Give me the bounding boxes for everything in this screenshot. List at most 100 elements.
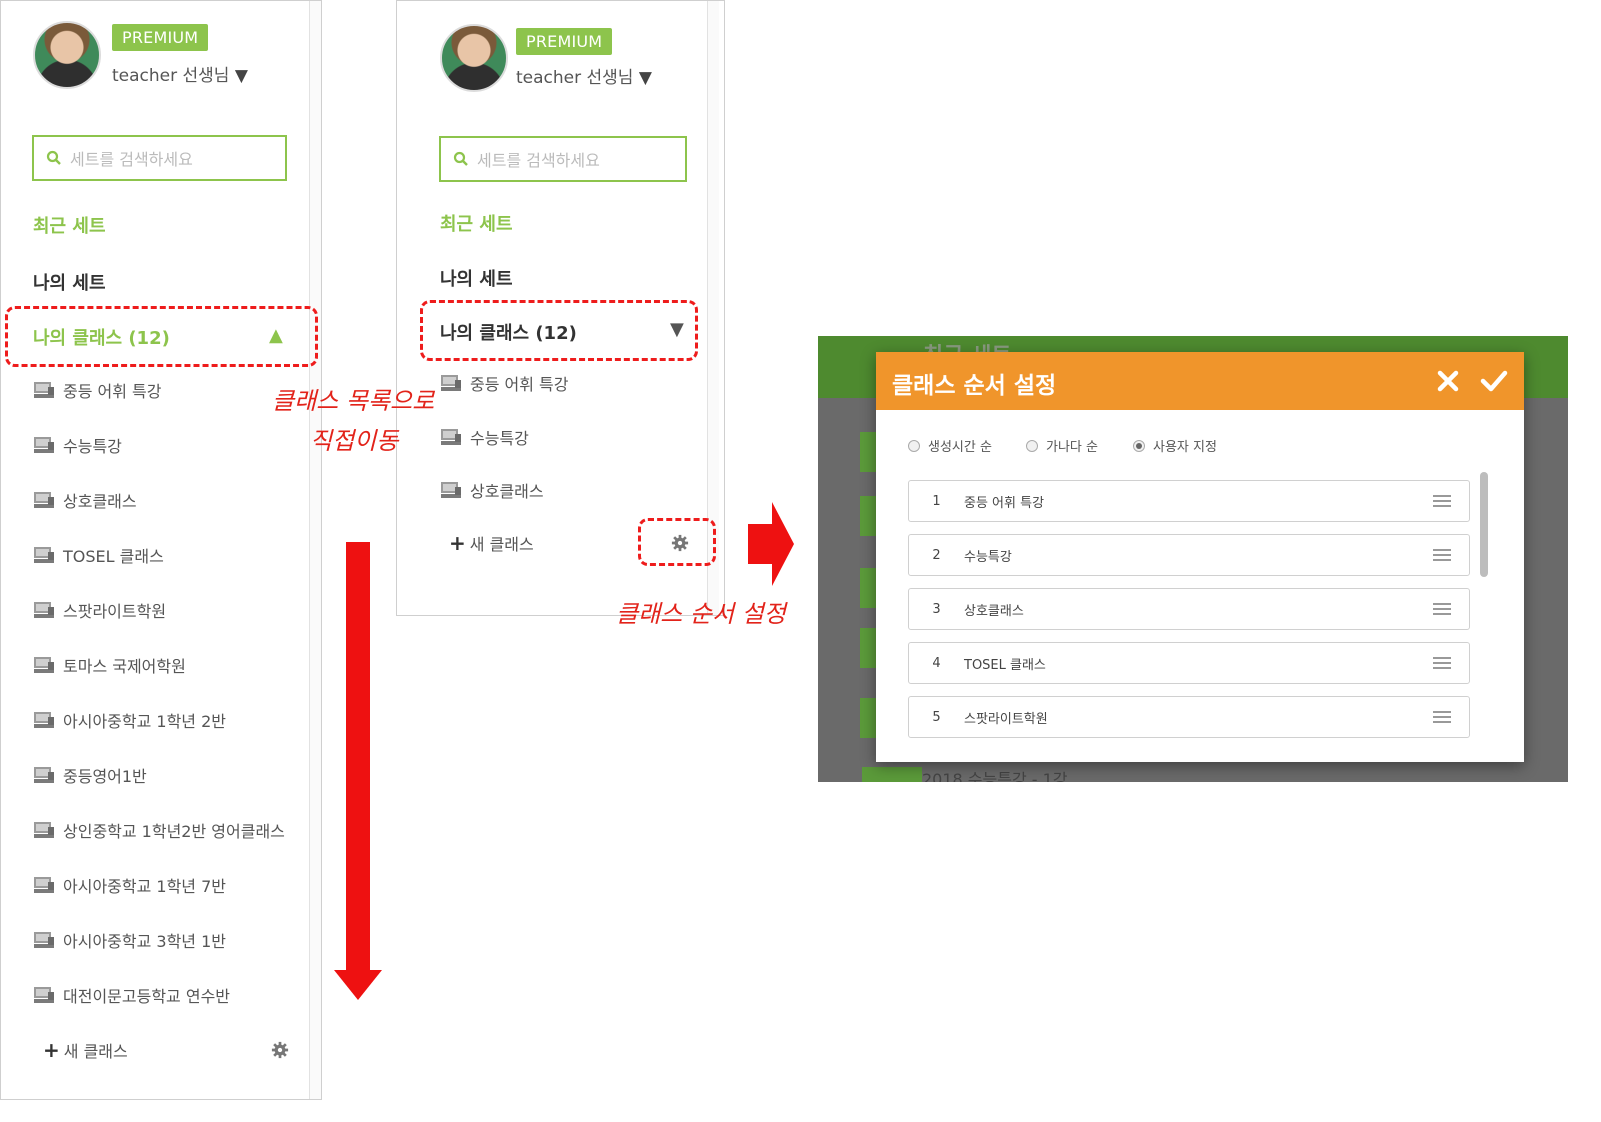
class-list-item[interactable]: 중등 어휘 특강 bbox=[440, 371, 569, 395]
modal-scrollbar[interactable] bbox=[1480, 472, 1488, 577]
plus-icon: + bbox=[43, 1038, 60, 1062]
class-list-item[interactable]: 중등 어휘 특강 bbox=[33, 378, 162, 402]
avatar[interactable] bbox=[33, 21, 101, 89]
modal-title: 클래스 순서 설정 bbox=[892, 373, 1057, 399]
search-placeholder: 세트를 검색하세요 bbox=[477, 151, 600, 170]
class-list-item-label: 중등 어휘 특강 bbox=[63, 382, 162, 401]
order-class-label: 중등 어휘 특강 bbox=[964, 495, 1045, 511]
premium-badge: PREMIUM bbox=[516, 28, 613, 55]
right-arrow bbox=[748, 502, 794, 586]
class-list-item-label: 아시아중학교 1학년 2반 bbox=[63, 712, 227, 731]
class-list-item[interactable]: 대전이문고등학교 연수반 bbox=[33, 983, 230, 1007]
chevron-down-icon: ▼ bbox=[638, 68, 652, 88]
menu-recent-sets[interactable]: 최근 세트 bbox=[33, 212, 106, 238]
classroom-icon bbox=[34, 602, 54, 618]
sidebar-scrollbar[interactable] bbox=[309, 1, 321, 1099]
order-class-label: 상호클래스 bbox=[964, 603, 1024, 619]
class-list-item-label: 중등 어휘 특강 bbox=[470, 375, 569, 394]
drag-note-line2: 직접이동 bbox=[310, 427, 399, 455]
search-input[interactable]: 세트를 검색하세요 bbox=[439, 136, 687, 182]
order-number: 2 bbox=[932, 547, 941, 563]
class-list-item[interactable]: 아시아중학교 1학년 2반 bbox=[33, 708, 226, 732]
classroom-icon bbox=[441, 482, 461, 498]
highlight-my-classes-collapsed bbox=[420, 300, 698, 361]
drag-handle-icon[interactable] bbox=[1433, 495, 1451, 507]
search-placeholder: 세트를 검색하세요 bbox=[70, 150, 193, 169]
class-list-item[interactable]: 수능특강 bbox=[440, 425, 529, 449]
class-list-item-label: 상인중학교 1학년2반 영어클래스 bbox=[63, 822, 285, 841]
check-icon[interactable] bbox=[1480, 368, 1508, 394]
highlight-my-classes bbox=[5, 306, 318, 367]
search-icon bbox=[453, 151, 468, 166]
premium-badge: PREMIUM bbox=[112, 24, 209, 51]
order-number: 1 bbox=[932, 493, 941, 509]
drag-handle-icon[interactable] bbox=[1433, 603, 1451, 615]
class-list-item[interactable]: 상호클래스 bbox=[440, 478, 544, 502]
radio-button[interactable] bbox=[1133, 439, 1145, 452]
drag-handle-icon[interactable] bbox=[1433, 711, 1451, 723]
backdrop-item-label: 2018 수능특강 - 1강 bbox=[922, 770, 1068, 782]
menu-my-sets[interactable]: 나의 세트 bbox=[440, 265, 513, 291]
order-note: 클래스 순서 설정 bbox=[616, 600, 786, 628]
drag-handle-icon[interactable] bbox=[1433, 549, 1451, 561]
class-list-item[interactable]: 수능특강 bbox=[33, 433, 122, 457]
order-class-label: TOSEL 클래스 bbox=[964, 657, 1046, 673]
order-class-label: 스팟라이트학원 bbox=[964, 711, 1048, 727]
order-list-row[interactable]: 2 수능특강 bbox=[908, 534, 1470, 576]
gear-icon[interactable] bbox=[271, 1041, 289, 1059]
classroom-icon bbox=[34, 712, 54, 728]
order-list-row[interactable]: 3 상호클래스 bbox=[908, 588, 1470, 630]
highlight-gear bbox=[638, 518, 716, 566]
classroom-icon bbox=[34, 932, 54, 948]
classroom-icon bbox=[441, 428, 461, 445]
class-list-item[interactable]: 토마스 국제어학원 bbox=[33, 653, 186, 677]
class-list-item[interactable]: 중등영어1반 bbox=[33, 763, 147, 787]
class-list-item-label: 수능특강 bbox=[63, 437, 122, 456]
class-list-item-label: 대전이문고등학교 연수반 bbox=[63, 987, 231, 1006]
menu-my-sets[interactable]: 나의 세트 bbox=[33, 269, 106, 295]
new-class-label: 새 클래스 bbox=[469, 535, 534, 554]
user-menu[interactable]: teacher 선생님 ▼ bbox=[112, 61, 248, 86]
radio-button[interactable] bbox=[908, 439, 920, 452]
class-list-item-label: 토마스 국제어학원 bbox=[63, 657, 186, 676]
class-list-item[interactable]: 아시아중학교 3학년 1반 bbox=[33, 928, 226, 952]
user-name: teacher 선생님 bbox=[516, 68, 634, 88]
classroom-icon bbox=[34, 492, 54, 508]
class-list-item[interactable]: 상호클래스 bbox=[33, 488, 137, 512]
search-input[interactable]: 세트를 검색하세요 bbox=[32, 135, 287, 181]
down-arrow bbox=[334, 542, 382, 1000]
class-order-modal: 클래스 순서 설정 생성시간 순 가나다 순 사용자 지정 1 중등 어휘 특강 2 수능… bbox=[876, 352, 1524, 762]
sort-option[interactable]: 사용자 지정 bbox=[1133, 436, 1217, 455]
sort-option[interactable]: 생성시간 순 bbox=[908, 436, 992, 455]
close-icon[interactable] bbox=[1436, 369, 1460, 393]
sort-option[interactable]: 가나다 순 bbox=[1026, 436, 1098, 455]
class-list-item-label: 수능특강 bbox=[470, 428, 529, 448]
class-list-item-label: 아시아중학교 3학년 1반 bbox=[63, 932, 227, 951]
classroom-icon bbox=[34, 382, 54, 398]
user-menu[interactable]: teacher 선생님 ▼ bbox=[516, 63, 652, 88]
class-list-item[interactable]: 스팟라이트학원 bbox=[33, 598, 166, 622]
classroom-icon bbox=[34, 877, 54, 893]
order-list-row[interactable]: 5 스팟라이트학원 bbox=[908, 696, 1470, 738]
order-list-row[interactable]: 4 TOSEL 클래스 bbox=[908, 642, 1470, 684]
order-number: 5 bbox=[932, 709, 941, 725]
classroom-icon bbox=[34, 657, 54, 673]
avatar[interactable] bbox=[440, 24, 508, 92]
class-list-item-label: 스팟라이트학원 bbox=[63, 602, 167, 621]
class-list-item-label: TOSEL 클래스 bbox=[63, 547, 164, 566]
new-class-button[interactable]: + 새 클래스 bbox=[449, 531, 534, 555]
drag-handle-icon[interactable] bbox=[1433, 657, 1451, 669]
sort-option-label: 가나다 순 bbox=[1046, 440, 1098, 455]
sort-option-label: 사용자 지정 bbox=[1153, 440, 1217, 455]
menu-recent-sets[interactable]: 최근 세트 bbox=[440, 210, 513, 236]
class-list-item[interactable]: 상인중학교 1학년2반 영어클래스 bbox=[33, 818, 285, 842]
backdrop-item bbox=[862, 767, 922, 782]
order-list-row[interactable]: 1 중등 어휘 특강 bbox=[908, 480, 1470, 522]
radio-button[interactable] bbox=[1026, 439, 1038, 452]
class-list-item[interactable]: 아시아중학교 1학년 7반 bbox=[33, 873, 226, 897]
classroom-icon bbox=[34, 547, 54, 563]
search-icon bbox=[46, 150, 61, 165]
new-class-button[interactable]: + 새 클래스 bbox=[43, 1038, 128, 1062]
class-list-item[interactable]: TOSEL 클래스 bbox=[33, 543, 164, 567]
user-name: teacher 선생님 bbox=[112, 66, 230, 86]
